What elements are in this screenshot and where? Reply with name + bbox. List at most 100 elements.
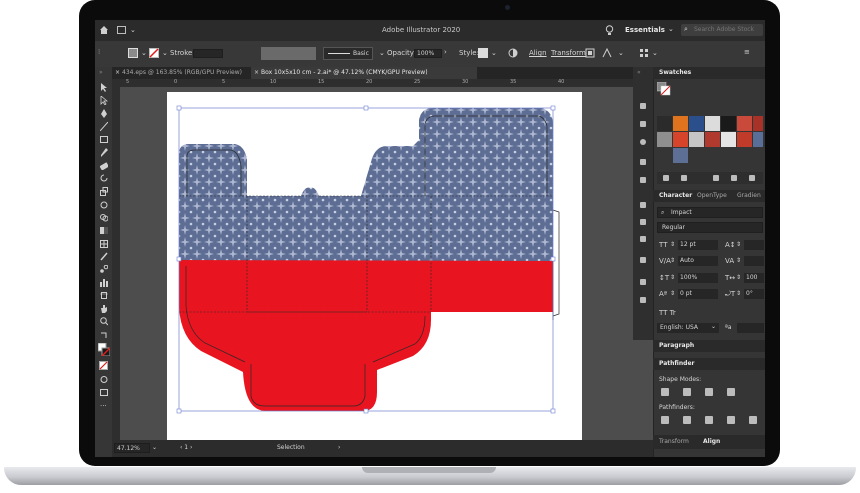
symbols-icon[interactable]: [640, 159, 646, 165]
swatch[interactable]: [705, 116, 720, 131]
font-search-icon: ⌕: [661, 209, 665, 216]
show-kinds-icon[interactable]: [681, 175, 687, 181]
swatch[interactable]: [673, 132, 688, 147]
graphic-styles-icon[interactable]: [640, 177, 646, 183]
new-swatch-icon[interactable]: [731, 175, 737, 181]
swatch[interactable]: [689, 132, 704, 147]
tab-transform[interactable]: Transform: [659, 439, 689, 445]
paragraph-header: Paragraph: [653, 340, 765, 352]
stepper-icon[interactable]: ⇕: [670, 242, 675, 248]
artboard-nav-arrows[interactable]: ‹ 1 ›: [180, 445, 192, 451]
delete-swatch-icon[interactable]: [749, 175, 755, 181]
color-guide-icon[interactable]: [640, 121, 646, 127]
swatch[interactable]: [657, 116, 672, 131]
stepper-icon[interactable]: ⇕: [736, 275, 741, 281]
outline-icon[interactable]: [749, 416, 757, 424]
font-size-field[interactable]: 12 pt: [678, 240, 718, 250]
swatch[interactable]: [689, 116, 704, 131]
leading-field[interactable]: [744, 240, 764, 250]
language-dropdown[interactable]: English: USA ⌄: [657, 323, 719, 333]
all-caps-buttons[interactable]: TT Tr: [659, 310, 676, 317]
current-tool-label: Selection: [277, 444, 305, 451]
panel-icon-strip: «: [633, 67, 653, 340]
box-blue-section: [179, 108, 553, 261]
swatch[interactable]: [753, 116, 763, 131]
font-size-value: 12 pt: [680, 241, 696, 248]
stepper-icon[interactable]: ⇕: [670, 258, 675, 264]
baseline-shift-icon: Aª: [659, 290, 668, 298]
swatch[interactable]: [753, 132, 763, 147]
brushes-icon[interactable]: [640, 139, 646, 145]
swatch[interactable]: [705, 132, 720, 147]
pathfinders-label: Pathfinders:: [659, 404, 695, 411]
tracking-field[interactable]: [744, 256, 764, 266]
zoom-chevron-icon[interactable]: ⌄: [152, 445, 157, 451]
status-arrow-icon[interactable]: ›: [338, 445, 340, 451]
camera: [505, 5, 510, 10]
exclude-icon[interactable]: [727, 388, 735, 396]
swatches-title[interactable]: Swatches: [659, 70, 691, 76]
font-size-icon: 𝖳T: [659, 241, 668, 249]
vertical-scale-value: 100%: [680, 274, 698, 281]
swatch[interactable]: [737, 116, 752, 131]
pathfinder-header: Pathfinder: [653, 358, 765, 370]
paragraph-title[interactable]: Paragraph: [659, 343, 694, 349]
transparency-icon[interactable]: [640, 236, 646, 242]
swatch[interactable]: [721, 116, 736, 131]
horizontal-scale-icon: T↔: [725, 274, 736, 282]
transform-align-tabs: Transform Align: [653, 435, 765, 449]
rotation-icon: ⤾T: [725, 290, 736, 298]
color-panel-icon[interactable]: [640, 103, 646, 109]
fill-stroke-swatch-icon[interactable]: [657, 82, 671, 96]
shape-modes-label: Shape Modes:: [659, 376, 702, 383]
zoom-field[interactable]: [114, 443, 150, 453]
font-style-field[interactable]: Regular: [657, 222, 763, 233]
rotation-value: 0°: [746, 290, 753, 297]
pathfinder-title[interactable]: Pathfinder: [659, 361, 694, 367]
stepper-icon[interactable]: ⇕: [736, 242, 741, 248]
stepper-icon[interactable]: ⇕: [670, 275, 675, 281]
links-icon[interactable]: [640, 219, 646, 225]
crop-icon[interactable]: [727, 416, 735, 424]
paragraph-icon[interactable]: [640, 279, 646, 285]
baseline-shift-field[interactable]: 0 pt: [678, 289, 718, 299]
swatch-libraries-icon[interactable]: [663, 175, 669, 181]
minus-front-icon[interactable]: [683, 388, 691, 396]
intersect-icon[interactable]: [705, 388, 713, 396]
leading-icon: A↕: [725, 241, 736, 249]
tab-align[interactable]: Align: [703, 439, 720, 445]
merge-icon[interactable]: [705, 416, 713, 424]
rotation-field[interactable]: 0°: [744, 289, 764, 299]
swatch-grid[interactable]: [657, 100, 763, 172]
anti-aliasing-dropdown[interactable]: [737, 323, 764, 333]
tab-opentype[interactable]: OpenType: [697, 193, 727, 199]
tab-character[interactable]: Character: [659, 193, 692, 199]
swatch[interactable]: [673, 148, 688, 163]
anti-aliasing-icon: ªa: [725, 324, 732, 331]
stepper-icon[interactable]: ⇕: [670, 291, 675, 297]
swatch[interactable]: [737, 132, 752, 147]
swatch[interactable]: [657, 132, 672, 147]
stepper-icon[interactable]: ⇕: [736, 291, 741, 297]
stepper-icon[interactable]: ⇕: [736, 258, 741, 264]
font-family-field[interactable]: ⌕ Impact: [657, 207, 763, 218]
kerning-field[interactable]: Auto: [678, 256, 718, 266]
trim-icon[interactable]: [683, 416, 691, 424]
vertical-scale-field[interactable]: 100%: [678, 273, 718, 283]
tab-gradient[interactable]: Gradien: [737, 193, 761, 199]
swatch[interactable]: [673, 116, 688, 131]
character-icon[interactable]: [640, 257, 646, 263]
horizontal-scale-value: 100: [746, 274, 758, 281]
layers-icon[interactable]: [640, 297, 646, 303]
swatch[interactable]: [721, 132, 736, 147]
divide-icon[interactable]: [661, 416, 669, 424]
box-red-section: [179, 260, 553, 411]
tracking-icon: VA: [725, 257, 735, 265]
language-chevron-icon: ⌄: [711, 323, 717, 330]
unite-icon[interactable]: [661, 388, 669, 396]
expand-panels-icon[interactable]: «: [637, 70, 641, 76]
font-style-value: Regular: [662, 224, 686, 231]
new-color-group-icon[interactable]: [713, 175, 719, 181]
play-action-icon[interactable]: [640, 202, 646, 208]
horizontal-scale-field[interactable]: 100: [744, 273, 764, 283]
